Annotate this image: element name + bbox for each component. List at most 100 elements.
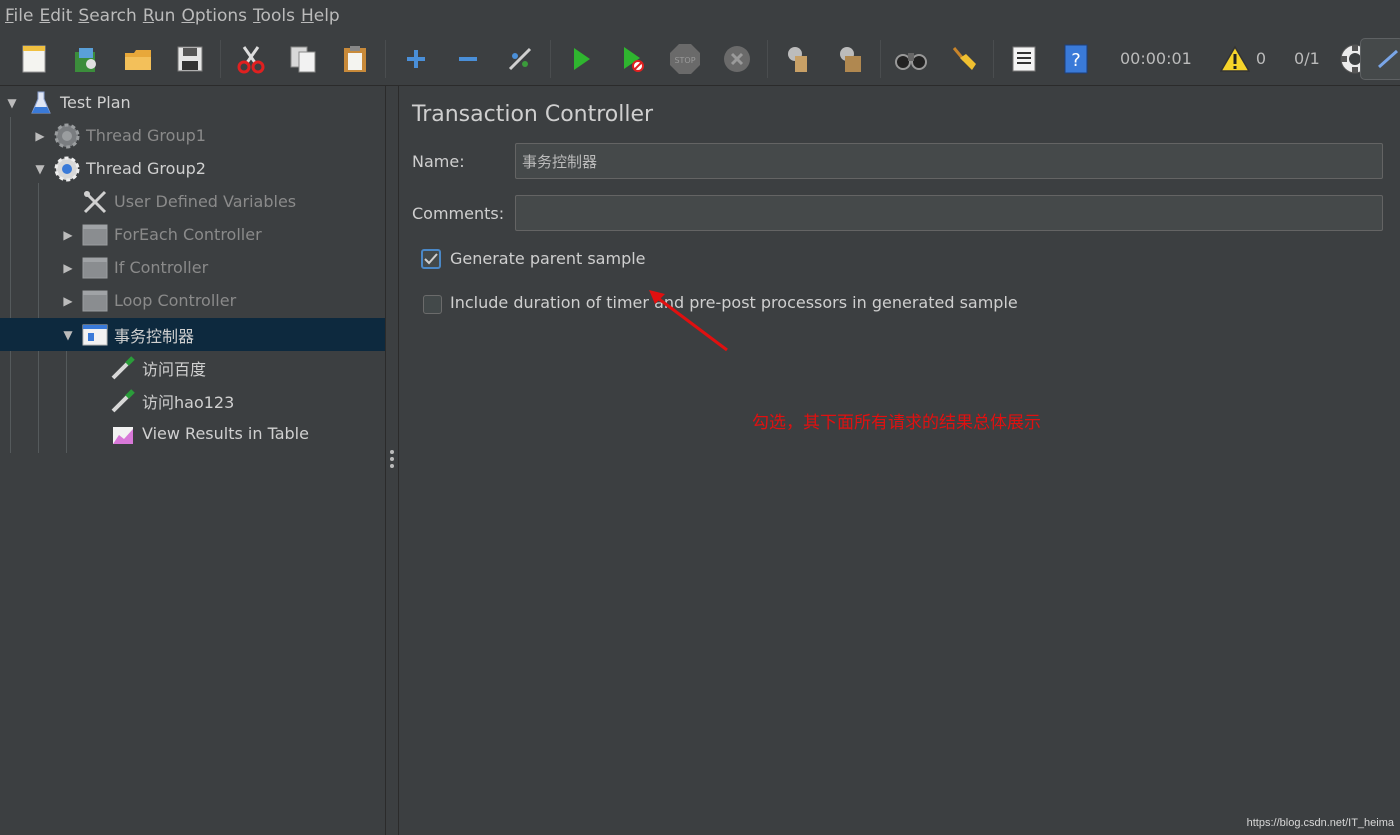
menu-help[interactable]: Help	[300, 6, 345, 26]
toggle-wand-icon	[508, 47, 532, 70]
search-button[interactable]	[892, 40, 930, 78]
checkmark-icon	[424, 253, 438, 265]
collapse-arrow[interactable]: ▶	[60, 227, 76, 243]
generate-parent-sample-checkbox[interactable]	[421, 249, 441, 269]
save-disk-icon	[177, 46, 203, 71]
copy-button[interactable]	[284, 40, 322, 78]
tree-item-transaction-controller[interactable]: ▼ 事务控制器	[0, 318, 385, 351]
function-helper-button[interactable]	[1005, 40, 1043, 78]
stop-sign-icon: STOP	[670, 43, 700, 74]
start-button[interactable]	[562, 40, 600, 78]
menu-tools[interactable]: Tools	[252, 6, 300, 26]
menu-run[interactable]: Run	[142, 6, 181, 26]
gear-icon	[54, 156, 80, 182]
svg-text:STOP: STOP	[674, 56, 695, 65]
tree-item-label: 访问百度	[142, 359, 207, 379]
tree-item-view-results-in-table[interactable]: View Results in Table	[0, 417, 385, 450]
svg-text:?: ?	[1071, 50, 1081, 71]
remote-button[interactable]	[1360, 38, 1400, 80]
drag-handle-icon	[390, 450, 394, 468]
expand-arrow[interactable]: ▼	[32, 161, 48, 177]
toolbar-separator	[385, 39, 386, 78]
clear-all-broom-icon	[840, 46, 861, 72]
tree-item-loop-controller[interactable]: ▶ Loop Controller	[0, 284, 385, 317]
expand-all-button[interactable]	[397, 40, 435, 78]
shutdown-icon	[724, 45, 750, 72]
toggle-button[interactable]	[501, 40, 539, 78]
expand-arrow[interactable]: ▼	[4, 95, 20, 111]
toolbar: STOP ? 00:00:01 0 0/1	[0, 32, 1400, 86]
test-plan-flask-icon	[28, 90, 54, 116]
tree-item-visit-hao123[interactable]: 访问hao123	[0, 384, 385, 417]
tree-item-label: Thread Group2	[86, 159, 206, 178]
cut-button[interactable]	[232, 40, 270, 78]
pipette-icon	[110, 355, 136, 381]
open-button[interactable]	[119, 40, 157, 78]
include-duration-checkbox[interactable]	[423, 295, 442, 314]
tree-item-label: Loop Controller	[114, 291, 237, 310]
expand-arrow[interactable]: ▼	[60, 327, 76, 343]
open-folder-icon	[125, 49, 151, 70]
stop-button[interactable]: STOP	[666, 40, 704, 78]
gear-icon	[54, 123, 80, 149]
clear-broom-gear-icon	[788, 46, 807, 72]
menu-file[interactable]: File	[4, 6, 38, 26]
annotation-arrow	[649, 290, 728, 352]
menu-edit[interactable]: Edit	[38, 6, 77, 26]
plus-icon	[407, 49, 425, 68]
generate-parent-sample-label[interactable]: Generate parent sample	[450, 249, 646, 268]
elapsed-timer: 00:00:01	[1120, 49, 1192, 68]
tree-item-test-plan[interactable]: ▼ Test Plan	[0, 86, 385, 119]
paste-button[interactable]	[336, 40, 374, 78]
watermark: https://blog.csdn.net/IT_heima	[1246, 817, 1394, 829]
comments-label: Comments:	[412, 204, 505, 223]
clear-button[interactable]	[779, 40, 817, 78]
start-no-pauses-button[interactable]	[614, 40, 652, 78]
shutdown-button[interactable]	[718, 40, 756, 78]
collapse-arrow[interactable]: ▶	[32, 128, 48, 144]
controller-icon	[82, 222, 108, 248]
controller-icon	[82, 288, 108, 314]
collapse-arrow[interactable]: ▶	[60, 260, 76, 276]
warning-icon[interactable]	[1219, 45, 1250, 73]
tree-item-if-controller[interactable]: ▶ If Controller	[0, 251, 385, 284]
toolbar-separator	[880, 39, 881, 78]
active-threads: 0/1	[1294, 49, 1320, 68]
collapse-all-button[interactable]	[449, 40, 487, 78]
collapse-arrow[interactable]: ▶	[60, 293, 76, 309]
name-input[interactable]: 事务控制器	[515, 143, 1383, 179]
comments-input[interactable]	[515, 195, 1383, 231]
copy-icon	[290, 46, 316, 72]
new-button[interactable]	[15, 40, 53, 78]
tree-item-foreach-controller[interactable]: ▶ ForEach Controller	[0, 218, 385, 251]
toolbar-separator	[550, 39, 551, 78]
clear-all-button[interactable]	[831, 40, 869, 78]
tree-item-visit-baidu[interactable]: 访问百度	[0, 351, 385, 384]
tree-item-label: 事务控制器	[114, 326, 195, 346]
function-list-icon	[1012, 46, 1036, 71]
scissors-icon	[237, 45, 265, 73]
reset-search-button[interactable]	[944, 40, 982, 78]
binoculars-icon	[895, 52, 927, 70]
tree-item-thread-group2[interactable]: ▼ Thread Group2	[0, 152, 385, 185]
test-plan-tree: ▼ Test Plan ▶ Thread Group1 ▼ Thread Gro…	[0, 86, 385, 835]
new-file-icon	[22, 45, 46, 72]
menu-bar: File Edit Search Run Options Tools Help	[0, 0, 1400, 32]
minus-icon	[459, 56, 477, 61]
tree-item-label: Test Plan	[60, 93, 131, 112]
templates-button[interactable]	[67, 40, 105, 78]
menu-options[interactable]: Options	[180, 6, 252, 26]
save-button[interactable]	[171, 40, 209, 78]
menu-search[interactable]: Search	[77, 6, 141, 26]
tree-item-user-defined-variables[interactable]: User Defined Variables	[0, 185, 385, 218]
transaction-controller-panel: Transaction Controller Name: 事务控制器 Comme…	[399, 86, 1400, 835]
split-pane-divider[interactable]	[385, 86, 399, 835]
help-question-icon: ?	[1064, 44, 1088, 73]
tree-item-thread-group1[interactable]: ▶ Thread Group1	[0, 119, 385, 152]
pipette-icon	[110, 388, 136, 414]
broom-icon	[952, 46, 976, 70]
tree-item-label: 访问hao123	[142, 392, 235, 412]
play-no-timers-icon	[624, 46, 644, 72]
help-button[interactable]: ?	[1057, 40, 1095, 78]
toolbar-separator	[767, 39, 768, 78]
